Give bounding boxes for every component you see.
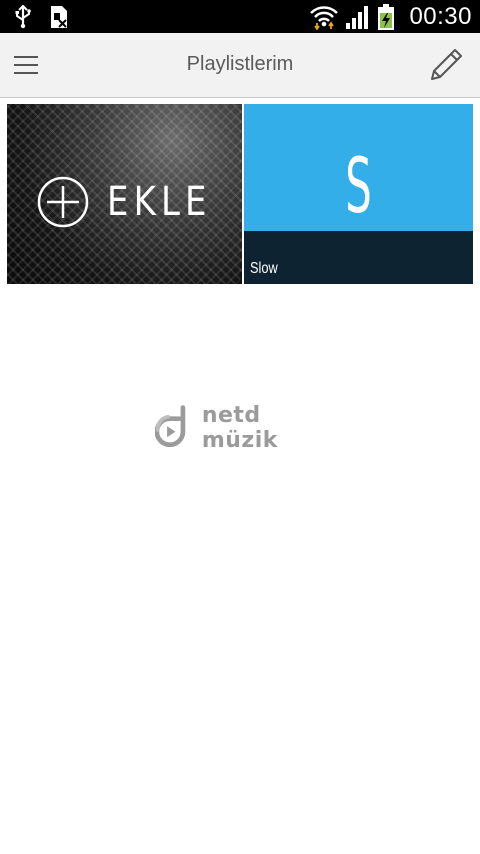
playlist-footer: Slow <box>244 231 473 284</box>
playlist-initial: S <box>345 141 372 230</box>
playlist-tile-slow[interactable]: S Slow <box>244 104 473 284</box>
netd-logo-icon <box>155 405 186 448</box>
pencil-icon <box>431 49 462 80</box>
wifi-icon <box>310 5 339 30</box>
add-label: EKLE <box>107 179 212 225</box>
page-title: Playlistlerim <box>186 53 294 75</box>
usb-icon <box>15 4 31 28</box>
playlist-name: Slow <box>250 260 278 277</box>
netd-muzik-logo: netd müzik <box>155 402 335 454</box>
edit-button[interactable] <box>424 43 468 87</box>
signal-icon <box>346 5 369 29</box>
sim-card-icon <box>51 5 67 28</box>
clock: 00:30 <box>409 2 472 30</box>
add-playlist-tile[interactable]: EKLE <box>7 104 242 284</box>
battery-icon <box>378 3 395 30</box>
app-toolbar: Playlistlerim <box>0 33 480 98</box>
playlist-cover: S <box>244 104 473 231</box>
status-bar: 00:30 <box>0 0 480 33</box>
plus-circle-icon <box>37 176 89 228</box>
logo-text: netd müzik <box>201 403 278 453</box>
